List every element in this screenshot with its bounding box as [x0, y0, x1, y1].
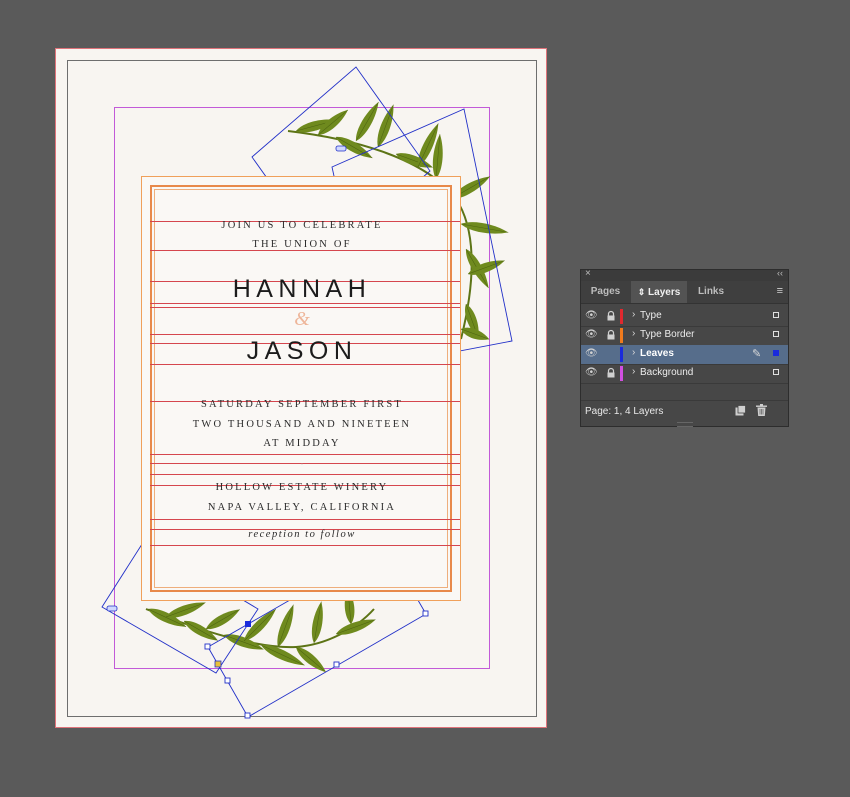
- layer-row-background[interactable]: 👁 › Background: [581, 364, 788, 384]
- join-line: JOIN US TO CELEBRATE: [221, 220, 383, 231]
- visibility-eye-icon[interactable]: 👁: [585, 310, 598, 321]
- layer-color-chip: [620, 366, 623, 381]
- layer-selection-box[interactable]: [773, 350, 779, 356]
- reference-point-handle[interactable]: [245, 621, 251, 627]
- chevron-right-icon[interactable]: ›: [632, 347, 635, 358]
- layer-row-type[interactable]: 👁 › Type: [581, 307, 788, 327]
- date-line-1: SATURDAY SEPTEMBER FIRST: [201, 399, 403, 410]
- ampersand: &: [294, 308, 310, 330]
- invitation-card[interactable]: JOIN US TO CELEBRATE THE UNION OF HANNAH…: [141, 176, 461, 601]
- panel-footer: Page: 1, 4 Layers: [581, 400, 788, 421]
- tab-pages[interactable]: Pages: [581, 281, 630, 303]
- link-badge-top[interactable]: [335, 145, 347, 152]
- layer-name[interactable]: Type: [640, 310, 662, 321]
- document-page[interactable]: JOIN US TO CELEBRATE THE UNION OF HANNAH…: [55, 48, 547, 728]
- layer-name[interactable]: Background: [640, 367, 693, 378]
- separator-dot: ·: [300, 460, 304, 469]
- chevron-right-icon[interactable]: ›: [632, 366, 635, 377]
- venue-line-2: NAPA VALLEY, CALIFORNIA: [207, 502, 397, 513]
- pen-icon: ✎: [752, 348, 762, 360]
- name-one: HANNAH: [232, 275, 372, 303]
- visibility-eye-icon[interactable]: 👁: [585, 329, 598, 340]
- name-two: JASON: [246, 337, 358, 365]
- layer-color-chip: [620, 309, 623, 324]
- close-icon[interactable]: ×: [585, 268, 591, 279]
- date-line-2: TWO THOUSAND AND NINETEEN: [192, 419, 412, 430]
- reception-line: reception to follow: [248, 529, 356, 540]
- lock-icon[interactable]: [605, 367, 617, 379]
- layer-selection-box[interactable]: [773, 369, 779, 375]
- content-grabber[interactable]: [214, 660, 222, 668]
- layer-color-chip: [620, 347, 623, 362]
- link-badge-bottom[interactable]: [106, 605, 118, 612]
- panel-menu-icon[interactable]: ≡: [777, 285, 783, 297]
- time-line: AT MIDDAY: [263, 438, 341, 449]
- new-layer-icon[interactable]: [735, 405, 746, 416]
- layers-tab-icon: ⇕: [637, 287, 646, 297]
- tab-links[interactable]: Links: [688, 281, 734, 303]
- venue-line-1: HOLLOW ESTATE WINERY: [215, 482, 389, 493]
- layers-status: Page: 1, 4 Layers: [585, 406, 664, 417]
- lock-icon[interactable]: [605, 329, 617, 341]
- lock-icon[interactable]: [605, 310, 617, 322]
- tab-layers[interactable]: ⇕ Layers: [631, 281, 687, 303]
- union-line: THE UNION OF: [252, 239, 352, 250]
- collapse-icon[interactable]: ‹‹: [777, 268, 783, 278]
- chevron-right-icon[interactable]: ›: [632, 309, 635, 320]
- layer-color-chip: [620, 328, 623, 343]
- panel-titlebar[interactable]: × ‹‹: [581, 268, 788, 281]
- layer-row-type-border[interactable]: 👁 › Type Border: [581, 326, 788, 346]
- panel-tabs: Pages ⇕ Layers Links ≡: [581, 281, 788, 304]
- chevron-right-icon[interactable]: ›: [632, 328, 635, 339]
- visibility-eye-icon[interactable]: 👁: [585, 367, 598, 378]
- layer-selection-box[interactable]: [773, 312, 779, 318]
- trash-icon[interactable]: [756, 404, 767, 416]
- layer-name[interactable]: Leaves: [640, 348, 674, 359]
- layer-row-leaves[interactable]: 👁 › Leaves ✎: [581, 345, 788, 365]
- layer-selection-box[interactable]: [773, 331, 779, 337]
- layer-name[interactable]: Type Border: [640, 329, 694, 340]
- visibility-eye-icon[interactable]: 👁: [585, 348, 598, 359]
- panel-resize-grip[interactable]: [677, 422, 693, 427]
- layers-panel[interactable]: × ‹‹ Pages ⇕ Layers Links ≡ 👁 › Type 👁 ›…: [580, 268, 789, 427]
